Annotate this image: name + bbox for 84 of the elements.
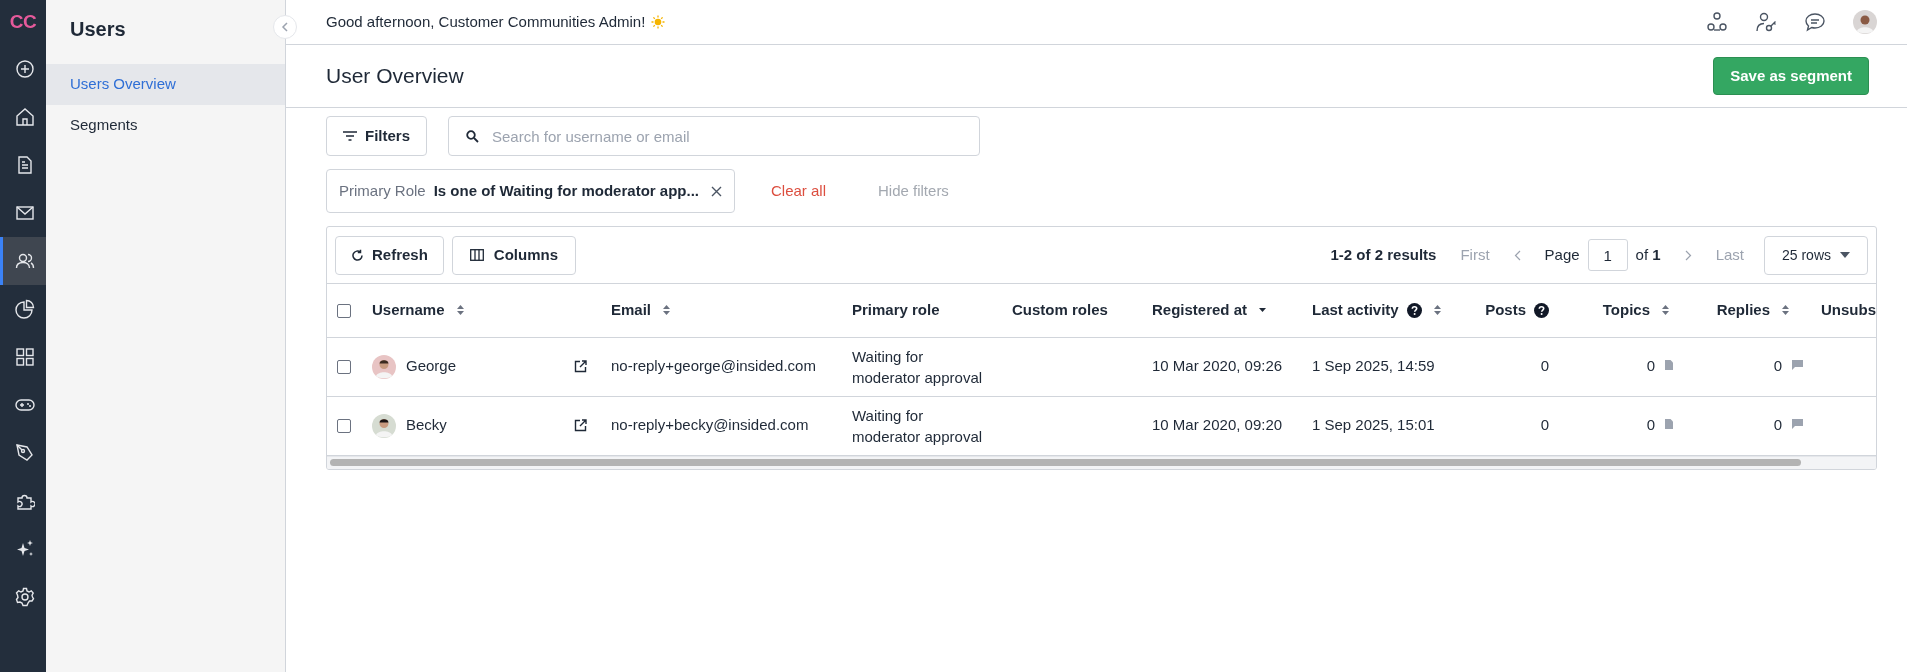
search-field[interactable]: Search for username or email xyxy=(448,116,980,156)
users-icon xyxy=(14,251,35,271)
clear-all-link[interactable]: Clear all xyxy=(771,179,826,203)
table-cell: 0 xyxy=(1773,357,1782,375)
scrollbar[interactable] xyxy=(330,459,1801,466)
columns-button[interactable]: Columns xyxy=(451,235,577,275)
user-avatar xyxy=(372,413,396,438)
user-avatar xyxy=(372,354,396,379)
external-link-icon[interactable] xyxy=(574,360,587,373)
comment-icon xyxy=(1792,419,1803,430)
help-icon[interactable] xyxy=(1406,302,1422,318)
table-cell: 10 Mar 2020, 09:20 xyxy=(1152,416,1283,434)
pie-chart-icon xyxy=(14,299,35,319)
page-input[interactable]: 1 xyxy=(1587,239,1628,271)
table-cell: 1 Sep 2025, 14:59 xyxy=(1312,357,1435,375)
community-icon[interactable] xyxy=(1706,11,1728,33)
search-icon xyxy=(466,130,479,143)
rows-per-page-select[interactable]: 25 rows xyxy=(1764,235,1868,275)
filters-button[interactable]: Filters xyxy=(326,116,427,156)
column-header[interactable]: Replies xyxy=(1691,284,1811,337)
column-header[interactable]: Registered at xyxy=(1142,284,1302,337)
sidebar-item[interactable]: Users Overview xyxy=(46,64,285,105)
column-header[interactable]: Custom roles xyxy=(1002,284,1142,337)
columns-icon xyxy=(469,249,484,261)
column-header[interactable]: Topics xyxy=(1571,284,1691,337)
username-link[interactable]: George xyxy=(406,355,457,378)
logo[interactable]: CC xyxy=(9,0,37,45)
table-cell: 0 xyxy=(1773,416,1782,434)
settings-icon xyxy=(14,587,35,607)
mail-icon xyxy=(14,203,35,223)
column-header[interactable]: Username xyxy=(362,284,601,337)
user-key-icon[interactable] xyxy=(1755,11,1777,33)
close-icon[interactable] xyxy=(711,185,722,197)
username-link[interactable]: Becky xyxy=(406,414,447,437)
column-header[interactable]: Last activity xyxy=(1302,284,1471,337)
pen-icon xyxy=(14,443,35,463)
checkbox[interactable] xyxy=(337,419,351,434)
sort-descending-icon[interactable] xyxy=(1259,308,1267,313)
column-header[interactable]: Unsubs xyxy=(1811,284,1876,337)
table-cell: 10 Mar 2020, 09:26 xyxy=(1152,357,1283,375)
refresh-icon xyxy=(351,248,364,262)
table-cell: Waiting for moderator approval xyxy=(852,406,983,445)
sort-icon[interactable] xyxy=(1782,304,1789,317)
chat-icon[interactable] xyxy=(1804,11,1826,33)
page-title: User Overview xyxy=(326,63,464,90)
table-cell: 0 xyxy=(1540,416,1549,434)
sidebar-item[interactable]: Segments xyxy=(46,105,285,146)
add-icon xyxy=(14,59,35,79)
page-label: Page xyxy=(1544,244,1580,265)
checkbox[interactable] xyxy=(337,360,351,375)
table-cell: Waiting for moderator approval xyxy=(852,347,983,386)
help-icon[interactable] xyxy=(1534,302,1549,318)
grid-icon xyxy=(14,347,35,367)
document-icon xyxy=(1665,360,1673,371)
table-cell: 0 xyxy=(1646,357,1655,375)
sidebar-title: Users xyxy=(69,17,127,42)
filter-chip[interactable]: Primary Role Is one of Waiting for moderator app... xyxy=(326,169,735,213)
table-cell: no-reply+george@insided.com xyxy=(611,357,816,375)
sun-icon xyxy=(651,15,666,29)
checkbox[interactable] xyxy=(337,304,351,319)
comment-icon xyxy=(1792,360,1803,371)
external-link-icon[interactable] xyxy=(574,419,587,432)
filter-value: Is one of Waiting for moderator app... xyxy=(433,180,699,201)
document-icon xyxy=(1665,419,1673,430)
caret-down-icon xyxy=(1840,252,1850,258)
filter-icon xyxy=(343,131,357,141)
page-total: of 1 xyxy=(1635,244,1661,265)
table-cell: 0 xyxy=(1646,416,1655,434)
user-avatar[interactable] xyxy=(1853,10,1877,34)
column-header[interactable]: Posts xyxy=(1471,284,1571,337)
table-cell: 0 xyxy=(1540,357,1549,375)
sort-icon[interactable] xyxy=(1662,304,1669,317)
filter-field: Primary Role xyxy=(339,179,426,203)
table-cell: 1 Sep 2025, 15:01 xyxy=(1312,416,1435,434)
sort-icon[interactable] xyxy=(663,304,671,317)
refresh-button[interactable]: Refresh xyxy=(335,235,444,275)
table-cell: no-reply+becky@insided.com xyxy=(611,416,809,434)
sort-icon[interactable] xyxy=(1433,304,1441,317)
column-header[interactable]: Email xyxy=(601,284,842,337)
results-count: 1-2 of 2 results xyxy=(1330,244,1437,265)
home-icon xyxy=(14,107,35,127)
column-header[interactable]: Primary role xyxy=(842,284,1002,337)
sort-icon[interactable] xyxy=(456,304,464,317)
greeting-text: Good afternoon, Customer Communities Admin! xyxy=(326,11,646,32)
